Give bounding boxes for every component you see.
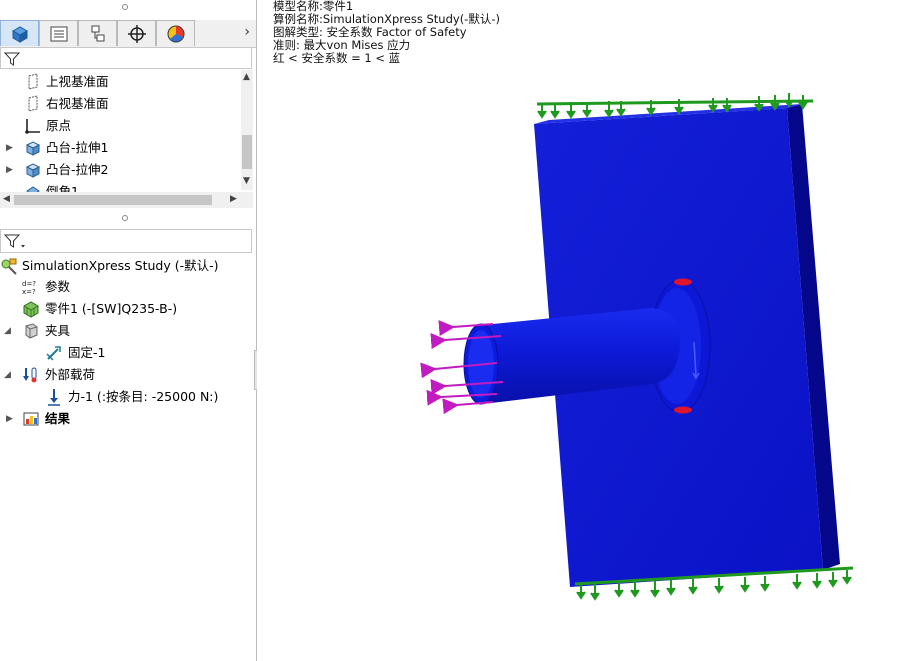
svg-text:d=?: d=? bbox=[22, 280, 36, 288]
results-folder-icon bbox=[23, 412, 39, 426]
parameters-icon: d=? x=? bbox=[22, 280, 36, 296]
expand-arrow-icon[interactable]: ▶ bbox=[6, 159, 13, 181]
plane-icon bbox=[28, 95, 38, 112]
scrollbar-thumb[interactable] bbox=[242, 135, 252, 169]
tree-item-label: 原点 bbox=[46, 118, 72, 133]
svg-text:x=?: x=? bbox=[22, 288, 36, 296]
scroll-left-icon[interactable]: ◀ bbox=[3, 194, 10, 204]
collapse-arrow-icon[interactable]: ◢ bbox=[4, 364, 11, 386]
expand-arrow-icon[interactable]: ▶ bbox=[6, 137, 13, 159]
mesh-part-icon bbox=[23, 301, 39, 318]
scroll-down-icon[interactable]: ▼ bbox=[243, 176, 250, 186]
filter-icon bbox=[4, 52, 20, 66]
tab-feature-manager[interactable] bbox=[0, 20, 39, 46]
graphics-viewport[interactable]: 模型名称:零件1 算例名称:SimulationXpress Study(-默认… bbox=[257, 0, 901, 661]
external-loads-icon bbox=[23, 367, 37, 383]
tab-property-manager[interactable] bbox=[39, 20, 78, 46]
scroll-right-icon[interactable]: ▶ bbox=[230, 194, 237, 204]
scroll-up-icon[interactable]: ▲ bbox=[243, 72, 250, 82]
crosshair-icon bbox=[127, 24, 146, 43]
tree-horizontal-scrollbar[interactable]: ◀ ▶ bbox=[0, 192, 253, 208]
tab-display-manager[interactable] bbox=[156, 20, 195, 46]
configuration-manager-icon bbox=[91, 25, 104, 41]
force-arrow-icon bbox=[48, 389, 60, 406]
tree-item-label: 凸台-拉伸2 bbox=[46, 162, 109, 177]
expand-arrow-icon[interactable]: ▶ bbox=[6, 408, 13, 430]
fixtures-icon bbox=[25, 323, 38, 339]
simulation-study-icon bbox=[1, 258, 17, 275]
origin-icon bbox=[25, 119, 40, 134]
tree-vertical-scrollbar[interactable]: ▲ ▼ bbox=[241, 70, 253, 190]
tree-item-label: 参数 bbox=[45, 279, 71, 294]
tab-configuration-manager[interactable] bbox=[78, 20, 117, 46]
feature-manager-icon bbox=[11, 25, 28, 43]
feature-filter-input[interactable] bbox=[0, 47, 252, 69]
tree-item-label: SimulationXpress Study (-默认-) bbox=[22, 258, 219, 273]
panel-splitter-grip[interactable] bbox=[122, 215, 128, 221]
tree-item-label: 外部载荷 bbox=[45, 367, 96, 382]
tab-dimxpert-manager[interactable] bbox=[117, 20, 156, 46]
manager-tab-strip: › bbox=[0, 20, 256, 48]
extrude-icon bbox=[25, 163, 41, 178]
feature-manager-panel: › 上视基准面 右视基准面 原点 ▶ 凸台-拉伸1 ▶ 凸台-拉伸2 倒角1 ▲… bbox=[0, 0, 257, 661]
fixed-geometry-icon bbox=[46, 346, 61, 361]
tree-item-label: 倒角1 bbox=[46, 184, 79, 192]
plane-icon bbox=[28, 73, 38, 90]
tree-item-label: 结果 bbox=[45, 411, 71, 426]
tree-item-label: 凸台-拉伸1 bbox=[46, 140, 109, 155]
tree-item-label: 上视基准面 bbox=[46, 74, 109, 89]
extrude-icon bbox=[25, 141, 41, 156]
property-manager-icon bbox=[50, 26, 67, 41]
tree-clip: 倒角1 bbox=[0, 181, 240, 192]
stress-hotspot-bottom bbox=[674, 406, 692, 414]
stress-hotspot-top bbox=[674, 278, 692, 286]
collapse-arrow-icon[interactable]: ◢ bbox=[4, 320, 11, 342]
scrollbar-thumb[interactable] bbox=[14, 195, 212, 205]
tree-item-label: 夹具 bbox=[45, 323, 71, 338]
tree-item-label: 零件1 (-[SW]Q235-B-) bbox=[45, 301, 178, 316]
tree-item-label: 右视基准面 bbox=[46, 96, 109, 111]
tree-item-label: 固定-1 bbox=[68, 345, 106, 360]
tree-item-label: 力-1 (:按条目: -25000 N:) bbox=[68, 389, 219, 404]
display-manager-icon bbox=[167, 25, 184, 42]
tab-scroll-right-icon[interactable]: › bbox=[244, 24, 250, 40]
simulation-filter-input[interactable] bbox=[0, 229, 252, 253]
fos-plot-model[interactable] bbox=[257, 0, 901, 661]
panel-splitter-grip[interactable] bbox=[122, 4, 128, 10]
filter-dropdown-icon[interactable] bbox=[4, 233, 26, 250]
chamfer-icon bbox=[26, 186, 40, 192]
